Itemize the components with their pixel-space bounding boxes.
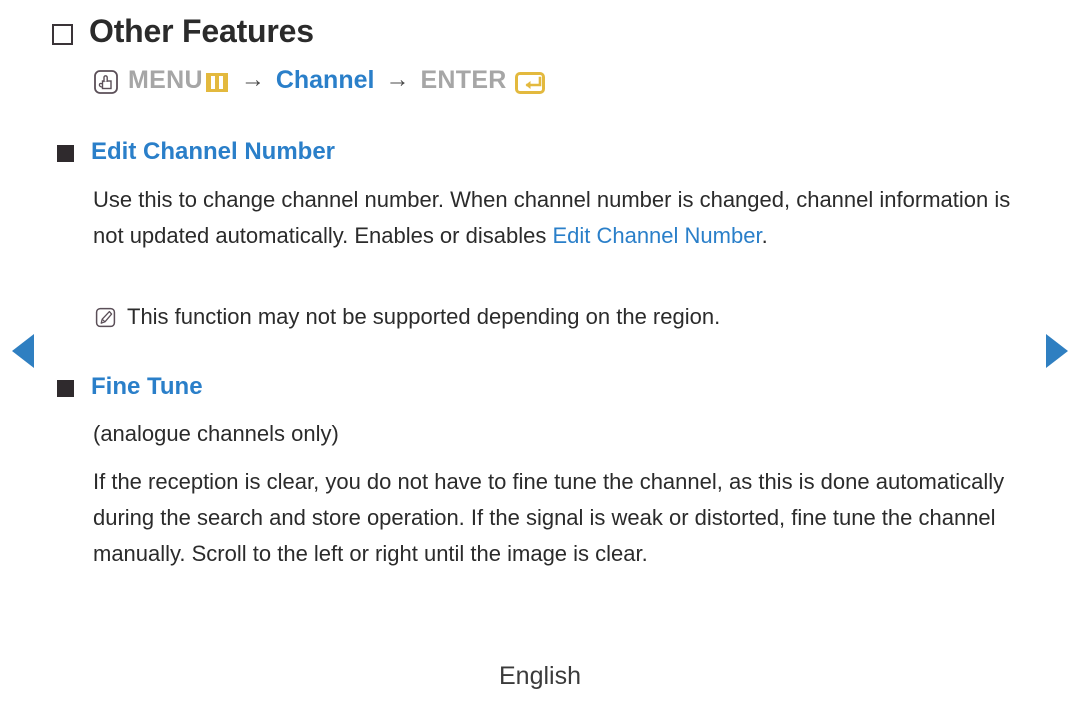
section-heading-fine-tune: Fine Tune [57,372,203,402]
section-heading-edit-channel-number: Edit Channel Number [57,137,335,167]
section-title: Edit Channel Number [91,138,336,165]
arrow-left-icon[interactable] [12,334,34,368]
enter-label: ENTER [420,66,507,94]
square-filled-icon [57,380,74,397]
square-filled-icon [57,145,74,162]
footer-language: English [499,662,581,690]
menu-breadcrumb: MENU → Channel → ENTER [93,66,545,95]
menu-bars-icon [205,73,228,92]
enter-return-icon [514,71,545,94]
page-title-row: Other Features [52,13,314,49]
page-title: Other Features [89,13,314,49]
paragraph-text-part2: . [761,223,768,248]
manual-page: Other Features MENU → Channel → ENTER Ed… [0,0,1080,705]
arrow-right-icon[interactable] [1046,334,1068,368]
note-pencil-icon [95,307,116,328]
path-arrow-2: → [385,65,410,93]
square-outline-icon [52,23,76,48]
note-text: This function may not be supported depen… [127,304,721,329]
section-paragraph-fine-tune: If the reception is clear, you do not ha… [93,469,1005,566]
hand-press-button-icon [93,69,119,95]
path-arrow-1: → [240,65,265,93]
note-row-region-support: This function may not be supported depen… [95,301,720,333]
paragraph-highlight: Edit Channel Number [552,223,762,248]
section-paragraph-edit-channel-number: Use this to change channel number. When … [93,182,1013,254]
section-subtitle-fine-tune: (analogue channels only) [93,421,339,446]
section-title: Fine Tune [91,373,203,400]
channel-label: Channel [275,66,375,94]
menu-label: MENU [128,66,203,94]
